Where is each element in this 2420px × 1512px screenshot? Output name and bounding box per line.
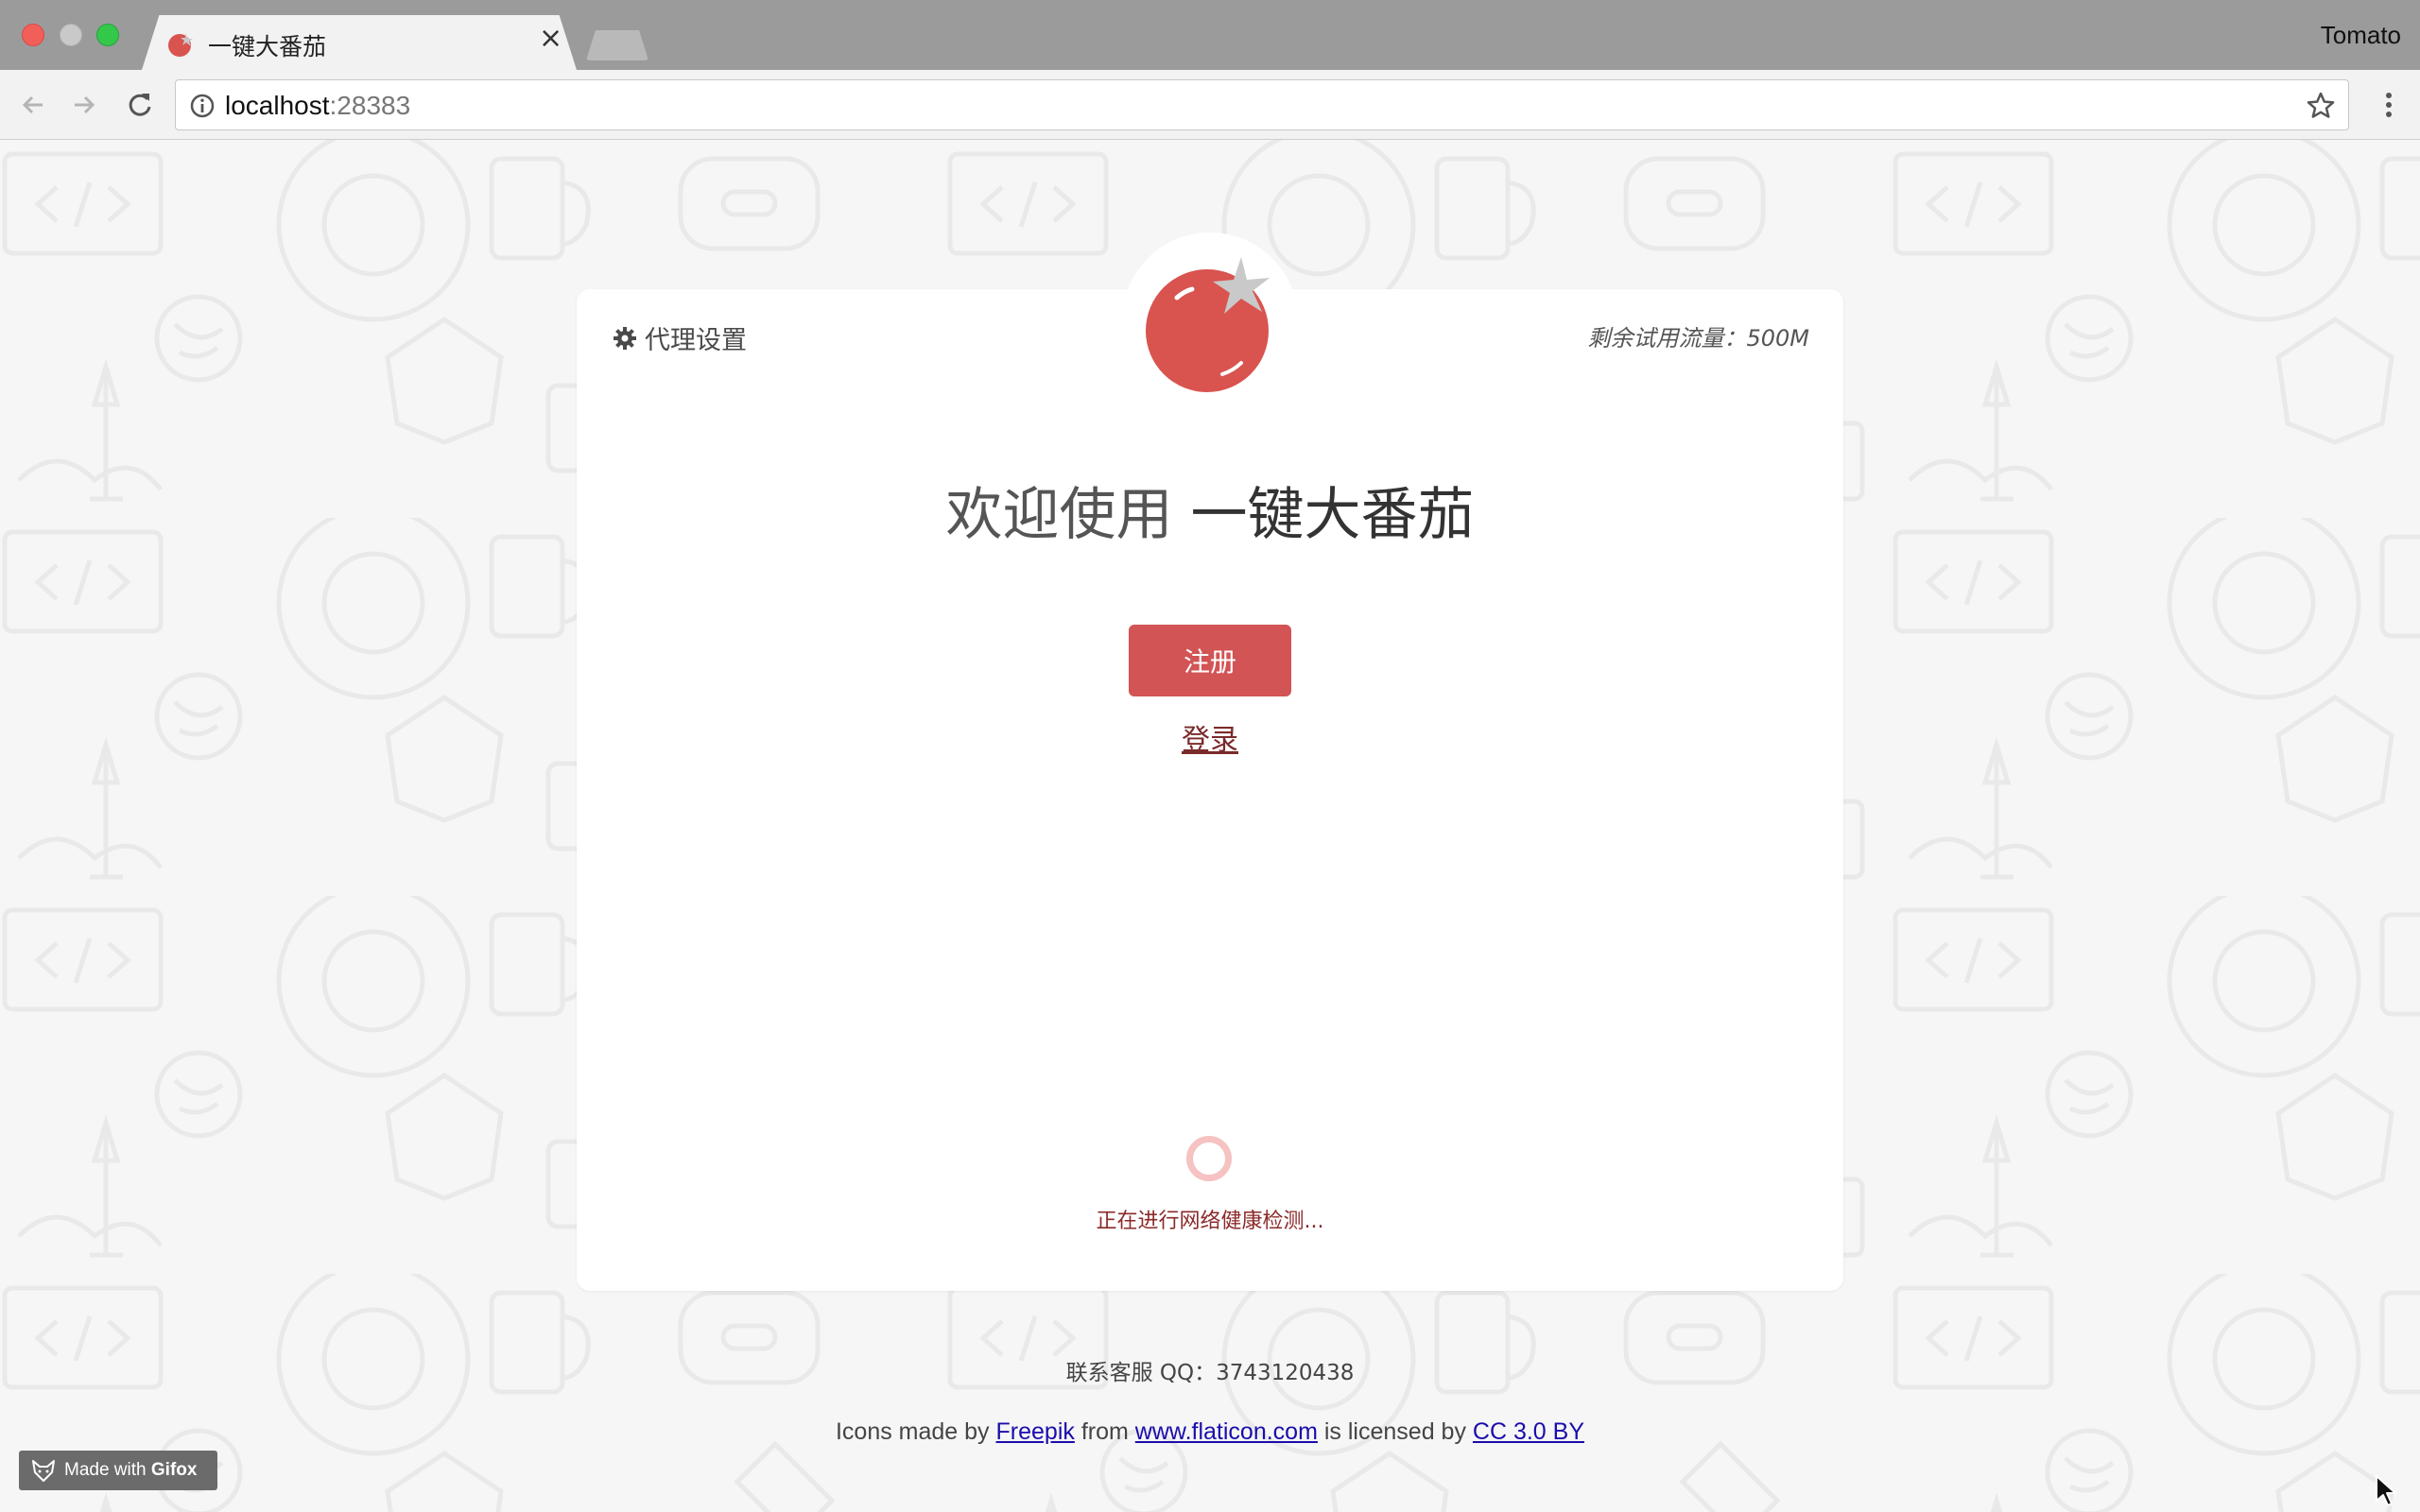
welcome-card: 代理设置 剩余试用流量：500M 欢迎使用 一键大番茄 注册 登录 [577, 289, 1843, 1291]
browser-tab-bar: 一键大番茄 × Tomato [0, 0, 2420, 70]
gifox-watermark: Made with Gifox [19, 1451, 217, 1490]
back-arrow-icon [22, 95, 43, 114]
browser-toolbar: localhost:28383 [0, 70, 2420, 140]
trial-quota-text: 剩余试用流量：500M [1587, 325, 1809, 352]
proxy-settings-button[interactable]: 代理设置 [613, 319, 747, 356]
loading-spinner [1186, 1136, 1232, 1181]
credit-from: from [1080, 1418, 1129, 1445]
reload-button[interactable] [124, 89, 156, 121]
back-button[interactable] [17, 89, 49, 121]
freepik-link[interactable]: Freepik [996, 1418, 1075, 1445]
credit-licensed: is licensed by [1323, 1418, 1466, 1445]
info-icon[interactable] [189, 93, 216, 119]
gifox-made-with: Made with [64, 1460, 147, 1480]
welcome-heading: 欢迎使用 一键大番茄 [577, 469, 1843, 551]
browser-tab-active[interactable]: 一键大番茄 × [142, 15, 577, 70]
window-close-button[interactable] [22, 24, 44, 46]
login-link[interactable]: 登录 [577, 716, 1843, 758]
welcome-brand: 一键大番茄 [1190, 482, 1475, 548]
url-port: :28383 [329, 91, 411, 120]
fox-icon [32, 1460, 55, 1482]
forward-arrow-icon [75, 95, 95, 114]
address-bar[interactable]: localhost:28383 [175, 79, 2349, 130]
tab-title: 一键大番茄 [208, 33, 327, 60]
contact-info: 联系客服 QQ：3743120438 [1065, 1361, 1355, 1385]
license-link[interactable]: CC 3.0 BY [1473, 1418, 1584, 1445]
url-host: localhost [225, 91, 330, 120]
flaticon-link[interactable]: www.flaticon.com [1135, 1418, 1318, 1445]
window-minimize-button[interactable] [60, 24, 82, 46]
icon-credits: Icons made by Freepik from www.flaticon.… [0, 1418, 2420, 1446]
url-text[interactable]: localhost:28383 [225, 91, 410, 121]
forward-button[interactable] [68, 89, 100, 121]
reload-icon [129, 94, 151, 116]
tomato-favicon-icon [168, 33, 193, 57]
tomato-logo-icon [1146, 257, 1270, 392]
browser-menu-icon[interactable] [2373, 89, 2405, 121]
window-maximize-button[interactable] [96, 24, 119, 46]
gear-icon [614, 326, 636, 350]
register-button[interactable]: 注册 [1129, 625, 1291, 696]
welcome-prefix: 欢迎使用 [945, 482, 1173, 548]
mouse-cursor-icon [2376, 1475, 2396, 1506]
bookmark-star-icon[interactable] [2305, 90, 2337, 122]
new-tab-button[interactable] [586, 30, 648, 60]
page-viewport: 代理设置 剩余试用流量：500M 欢迎使用 一键大番茄 注册 登录 正在进行网络… [0, 140, 2420, 1512]
tab-close-icon[interactable]: × [539, 25, 562, 53]
network-check-status: 正在进行网络健康检测... [1096, 1210, 1324, 1233]
gifox-brand: Gifox [150, 1460, 198, 1480]
profile-name[interactable]: Tomato [2321, 21, 2401, 50]
credit-prefix: Icons made by [835, 1418, 990, 1445]
proxy-settings-label: 代理设置 [645, 326, 747, 355]
